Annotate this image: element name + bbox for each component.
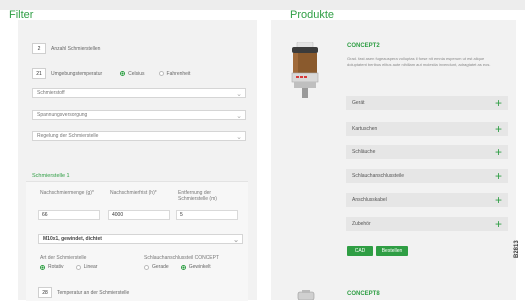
accordion-anschlusskabel-label: Anschlusskabel bbox=[352, 197, 387, 203]
top-bar bbox=[0, 0, 525, 10]
accordion-geraet-label: Gerät bbox=[352, 100, 365, 106]
chevron-down-icon: ⌄ bbox=[236, 134, 242, 141]
amount-row: 2 Anzahl Schmierstellen bbox=[32, 43, 100, 54]
gewinkelt-label: Gewinkelt bbox=[188, 264, 211, 270]
temperature-label: Umgebungstemperatur bbox=[51, 70, 103, 77]
thread-select[interactable]: M10x1, gewindet, dichtet ⌄ bbox=[38, 234, 243, 244]
connector-options: Gerade Gewinkelt bbox=[144, 264, 211, 270]
lube-amount-input[interactable]: 66 bbox=[38, 210, 100, 220]
lubricant-select[interactable]: Schmierstoff ⌄ bbox=[32, 88, 246, 98]
col-lube-amount: Nachschmiermenge (g)* bbox=[40, 190, 94, 196]
rotativ-label: Rotativ bbox=[48, 264, 64, 270]
lube-temp-label: Temperatur an der Schmierstelle bbox=[57, 289, 130, 296]
concept2-title[interactable]: CONCEPT2 bbox=[347, 43, 380, 49]
thread-select-label: M10x1, gewindet, dichtet bbox=[43, 236, 102, 242]
temperature-row: 21 Umgebungstemperatur Celsius Fahrenhei… bbox=[32, 68, 190, 79]
plus-icon: + bbox=[494, 122, 502, 136]
accordion-zubehoer[interactable]: Zubehör + bbox=[346, 217, 508, 231]
plus-icon: + bbox=[494, 169, 502, 183]
amount-input[interactable]: 2 bbox=[32, 43, 46, 54]
linear-label: Linear bbox=[83, 264, 98, 270]
plus-icon: + bbox=[494, 193, 502, 207]
gewinkelt-radio[interactable] bbox=[180, 264, 186, 270]
lubricant-select-label: Schmierstoff bbox=[37, 90, 65, 96]
lube-temp-input[interactable]: 28 bbox=[38, 287, 52, 298]
accordion-geraet[interactable]: Gerät + bbox=[346, 96, 508, 110]
type-label: Art der Schmierstelle bbox=[40, 255, 87, 261]
accordion-kartuschen-label: Kartuschen bbox=[352, 126, 378, 132]
plus-icon: + bbox=[494, 145, 502, 159]
type-options: Rotativ Linear bbox=[40, 264, 97, 270]
accordion-anschlusskabel[interactable]: Anschlusskabel + bbox=[346, 193, 508, 207]
cad-button[interactable]: CAD bbox=[347, 246, 373, 256]
control-select-label: Regelung der Schmierstelle bbox=[37, 133, 99, 139]
plus-icon: + bbox=[494, 96, 502, 110]
temperature-input[interactable]: 21 bbox=[32, 68, 46, 79]
accordion-zubehoer-label: Zubehör bbox=[352, 221, 371, 227]
concept8-title[interactable]: CONCEPT8 bbox=[347, 291, 380, 297]
col-lube-interval: Nachschmierfrist (h)* bbox=[110, 190, 157, 196]
celsius-label: Celsius bbox=[128, 70, 145, 77]
accordion-kartuschen[interactable]: Kartuschen + bbox=[346, 122, 508, 136]
lube-point-title: Schmierstelle 1 bbox=[32, 173, 70, 179]
power-supply-select[interactable]: Spannungsversorgung ⌄ bbox=[32, 110, 246, 120]
lube-interval-input[interactable]: 4000 bbox=[108, 210, 170, 220]
accordion-schlauchanschlussteile-label: Schlauchanschlussteile bbox=[352, 173, 404, 179]
chevron-down-icon: ⌄ bbox=[233, 237, 239, 244]
order-button[interactable]: Bestellen bbox=[376, 246, 408, 256]
chevron-down-icon: ⌄ bbox=[236, 113, 242, 120]
chevron-down-icon: ⌄ bbox=[236, 91, 242, 98]
plus-icon: + bbox=[494, 217, 502, 231]
lube-temp-row: 28 Temperatur an der Schmierstelle bbox=[38, 287, 129, 298]
side-code: B2813 bbox=[514, 240, 520, 258]
gerade-label: Gerade bbox=[152, 264, 169, 270]
celsius-radio[interactable] bbox=[120, 71, 126, 76]
accordion-schlaeuche[interactable]: Schläuche + bbox=[346, 145, 508, 159]
accordion-schlaeuche-label: Schläuche bbox=[352, 149, 376, 155]
connector-label: Schlauchanschlussteil CONCEPT bbox=[144, 255, 220, 261]
rotativ-radio[interactable] bbox=[40, 264, 45, 270]
linear-radio[interactable] bbox=[75, 264, 81, 270]
concept2-product-image bbox=[291, 42, 319, 98]
distance-input[interactable]: 5 bbox=[176, 210, 238, 220]
power-supply-select-label: Spannungsversorgung bbox=[37, 112, 88, 118]
accordion-schlauchanschlussteile[interactable]: Schlauchanschlussteile + bbox=[346, 169, 508, 183]
gerade-radio[interactable] bbox=[144, 264, 149, 270]
amount-label: Anzahl Schmierstellen bbox=[51, 45, 101, 52]
concept2-description: Grad. fast asen fugeauspera volluptas il… bbox=[347, 56, 491, 67]
concept8-product-image bbox=[297, 290, 315, 300]
fahrenheit-radio[interactable] bbox=[158, 71, 164, 76]
fahrenheit-label: Fahrenheit bbox=[166, 70, 191, 77]
col-distance: Entfernung der Schmierstelle (m) bbox=[178, 190, 217, 202]
control-select[interactable]: Regelung der Schmierstelle ⌄ bbox=[32, 131, 246, 141]
